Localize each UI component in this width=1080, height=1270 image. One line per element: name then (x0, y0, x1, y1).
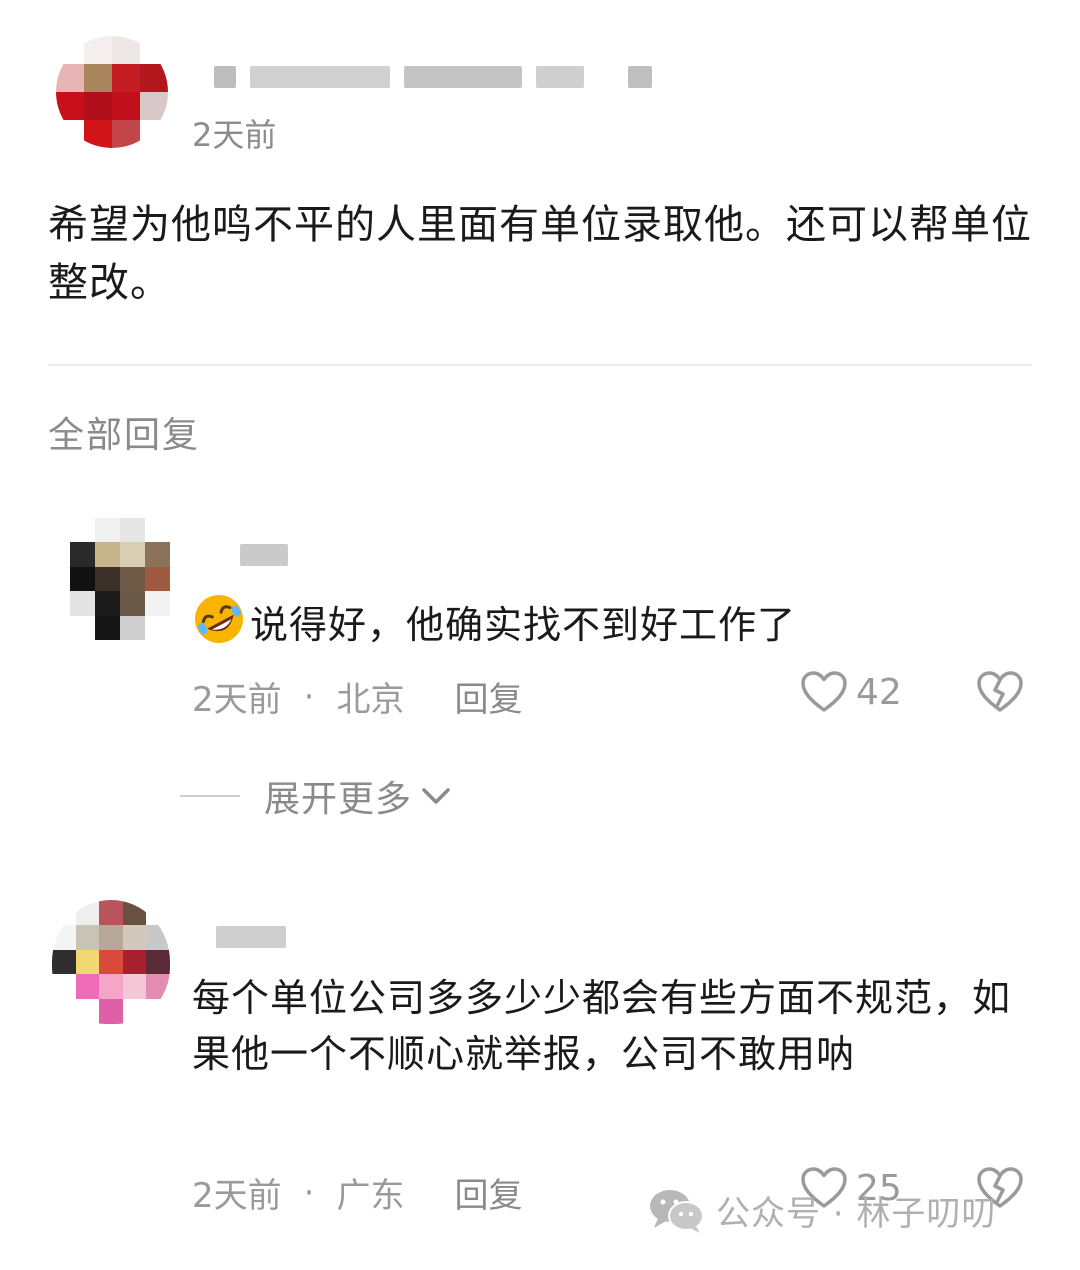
divider (48, 364, 1032, 366)
separator-dot: · (303, 676, 315, 717)
chevron-down-icon (420, 784, 452, 808)
separator-dot: · (303, 1172, 315, 1213)
reply-2-meta: 2天前 · 广东 回复 (192, 1168, 522, 1217)
broken-heart-icon[interactable] (976, 670, 1024, 714)
expand-more-label: 展开更多 (264, 779, 413, 820)
reply-1-location: 北京 (336, 680, 405, 720)
expand-more-button[interactable]: 展开更多 (180, 770, 452, 822)
rolling-laughing-emoji-icon (192, 592, 246, 661)
reply-1-like-count: 42 (856, 671, 902, 713)
avatar-reply-2[interactable] (52, 900, 170, 1024)
reply-1-time: 2天前 (192, 680, 282, 720)
watermark-text: 公众号 · 林子叨叨 (716, 1194, 997, 1234)
expand-divider-line (180, 795, 240, 797)
reply-1-text-content: 说得好，他确实找不到好工作了 (250, 603, 797, 647)
reply-2-time: 2天前 (192, 1176, 282, 1216)
avatar-reply-1[interactable] (70, 518, 170, 640)
reply-1-like-button[interactable]: 42 (800, 670, 902, 714)
replies-section-title: 全部回复 (48, 415, 201, 456)
username-blurred[interactable] (214, 66, 652, 88)
reply-1-meta: 2天前 · 北京 回复 (192, 672, 522, 721)
username-blurred-reply-2[interactable] (216, 926, 286, 948)
heart-outline-icon (800, 670, 848, 714)
wechat-icon (648, 1188, 706, 1234)
comment-time: 2天前 (192, 116, 277, 154)
reply-2-location: 广东 (336, 1176, 405, 1216)
watermark: 公众号 · 林子叨叨 (648, 1186, 996, 1235)
reply-1-reply-button[interactable]: 回复 (454, 672, 522, 721)
reply-2-text: 每个单位公司多多少少都会有些方面不规范，如果他一个不顺心就举报，公司不敢用呐 (192, 976, 1012, 1076)
avatar-main[interactable] (56, 36, 168, 148)
main-comment-text: 希望为他鸣不平的人里面有单位录取他。还可以帮单位整改。 (48, 202, 1032, 306)
reply-2-reply-button[interactable]: 回复 (454, 1168, 522, 1217)
username-blurred-reply-1[interactable] (240, 544, 288, 566)
reply-1-text: 说得好，他确实找不到好工作了 (192, 592, 1012, 661)
